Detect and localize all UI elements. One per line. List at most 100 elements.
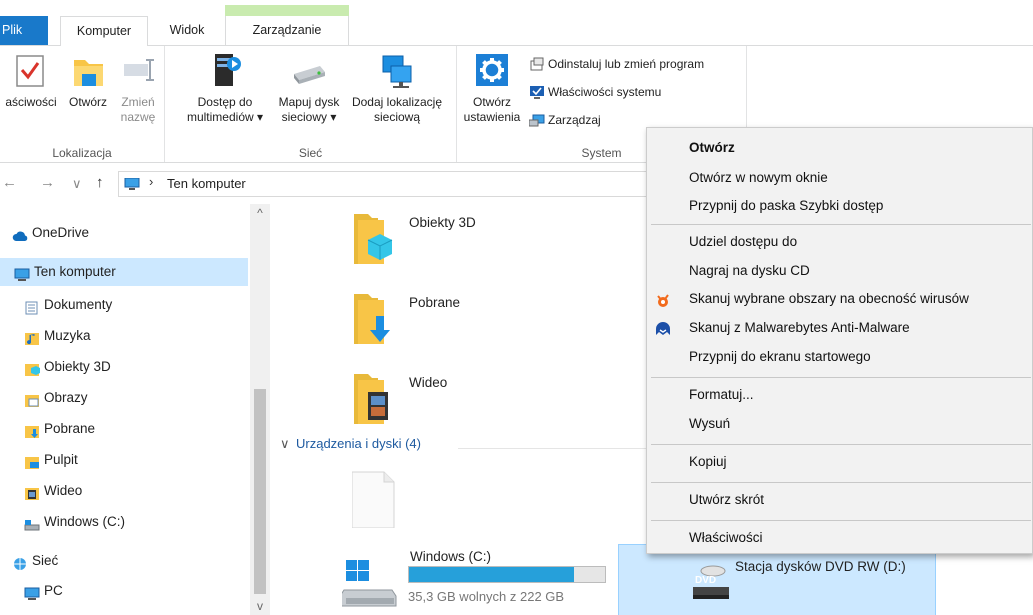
sidebar-item-label: Sieć [32,553,59,568]
sidebar-item-label: Pulpit [44,452,78,467]
menu-item-pin-quick-access[interactable]: Przypnij do paska Szybki dostęp [647,192,1032,220]
downloads-folder-icon [352,290,400,346]
ribbon-group-location: aściwości Otwórz Zmień nazwę Lokalizacja [0,46,165,162]
back-arrow-icon[interactable]: ← [2,174,17,191]
drive-icon [24,514,40,531]
computer-icon [24,583,40,601]
sidebar-item-pictures[interactable]: Obrazy [0,384,248,412]
menu-item-burn-cd[interactable]: Nagraj na dysku CD [647,257,1032,285]
sidebar-scrollbar[interactable]: ^ v [250,204,270,615]
menu-item-pin-start[interactable]: Przypnij do ekranu startowego [647,343,1032,371]
drive-c-usage-bar [408,566,606,583]
dvd-badge: DVD [695,575,717,586]
device-item-blank[interactable] [351,468,612,529]
drive-item-dvd[interactable]: DVD Stacja dysków DVD RW (D:) [618,544,936,615]
uninstall-program-icon [529,56,545,72]
properties-icon [11,50,51,92]
media-access-button[interactable]: Dostęp do multimediów ▾ [179,50,271,125]
menu-item-copy[interactable]: Kopiuj [647,448,1032,476]
add-network-location-button[interactable]: Dodaj lokalizację sieciową [345,50,449,125]
sidebar-item-documents[interactable]: Dokumenty [0,291,248,319]
up-arrow-icon[interactable]: ↑ [96,174,104,191]
scrollbar-thumb[interactable] [254,389,266,594]
folder-name: Obiekty 3D [409,215,476,230]
scroll-down-icon[interactable]: v [250,599,270,615]
menu-item-open-new-window[interactable]: Otwórz w nowym oknie [647,164,1032,192]
sidebar-item-music[interactable]: Muzyka [0,322,248,350]
windows-drive-icon [339,558,397,614]
open-settings-button[interactable]: Otwórz ustawienia [459,50,525,125]
group-label-network: Sieć [298,146,323,160]
menu-item-create-shortcut[interactable]: Utwórz skrót [647,486,1032,514]
sidebar-item-label: PC [44,583,63,598]
menu-item-properties[interactable]: Właściwości [647,524,1032,552]
desktop-icon [24,452,40,470]
address-bar[interactable]: › Ten komputer [118,171,658,197]
rename-button[interactable]: Zmień nazwę [114,50,162,125]
sidebar-item-downloads[interactable]: Pobrane [0,415,248,443]
menu-separator [651,377,1031,378]
tab-view[interactable]: Widok [160,16,214,45]
menu-item-format[interactable]: Formatuj... [647,381,1032,409]
tab-file[interactable]: Plik [0,16,48,45]
group-label-location: Lokalizacja [52,146,112,160]
folder-name: Wideo [409,375,448,390]
menu-item-give-access[interactable]: Udziel dostępu do [647,228,1032,256]
sidebar-item-label: Pobrane [44,421,96,436]
properties-button[interactable]: aściwości [0,50,62,110]
tab-manage[interactable]: Zarządzanie [225,16,349,45]
folder-item-downloads[interactable]: Pobrane [352,290,612,350]
manage-button[interactable]: Zarządzaj [528,110,601,130]
drive-c-free-space: 35,3 GB wolnych z 222 GB [408,589,565,604]
cloud-icon [12,225,28,242]
recent-locations-chevron-icon[interactable]: ∨ [72,176,82,192]
computer-icon [14,264,30,282]
sidebar-item-3d-objects[interactable]: Obiekty 3D [0,353,248,381]
uninstall-program-button[interactable]: Odinstaluj lub zmień program [529,54,704,74]
sidebar-item-desktop[interactable]: Pulpit [0,446,248,474]
drive-c-name: Windows (C:) [410,549,492,564]
menu-item-eject[interactable]: Wysuń [647,410,1032,438]
breadcrumb-separator-icon[interactable]: › [149,174,153,189]
menu-item-avast-scan[interactable]: Skanuj wybrane obszary na obecność wirus… [647,285,1032,313]
network-icon [12,553,28,571]
scroll-up-icon[interactable]: ^ [250,206,270,222]
ribbon-tabs: Plik Komputer Widok Zarządzanie [0,0,1033,46]
documents-icon [24,297,40,315]
map-drive-button[interactable]: Mapuj dysk sieciowy ▾ [271,50,347,125]
sidebar-item-this-pc[interactable]: Ten komputer [0,258,248,286]
folder-item-video[interactable]: Wideo [352,370,612,430]
folder-item-3d-objects[interactable]: Obiekty 3D [352,210,612,270]
sidebar-item-pc[interactable]: PC [0,577,248,605]
open-button[interactable]: Otwórz [62,50,114,110]
sidebar-item-label: Obrazy [44,390,88,405]
open-settings-label-line1: Otwórz [472,95,511,109]
devices-group-header[interactable]: ∨ Urządzenia i dyski (4) [280,436,421,452]
menu-item-malwarebytes-scan[interactable]: Skanuj z Malwarebytes Anti-Malware [647,314,1032,342]
tab-computer[interactable]: Komputer [60,16,148,46]
menu-separator [651,520,1031,521]
chevron-down-icon: ∨ [280,436,290,451]
network-location-icon [377,50,417,92]
menu-separator [651,224,1031,225]
system-properties-label: Właściwości systemu [548,85,662,99]
breadcrumb-this-pc[interactable]: Ten komputer [167,176,246,191]
map-drive-label-line2: sieciowy ▾ [281,110,337,124]
sidebar-item-onedrive[interactable]: OneDrive [0,219,248,247]
sidebar-item-windows-c[interactable]: Windows (C:) [0,508,248,536]
rename-label-line1: Zmień [121,95,155,109]
music-icon [24,328,40,346]
rename-label-line2: nazwę [120,110,156,124]
forward-arrow-icon[interactable]: → [40,174,55,191]
menu-item-open[interactable]: Otwórz [647,134,1032,162]
malwarebytes-icon [655,320,671,336]
sidebar-item-video[interactable]: Wideo [0,477,248,505]
sidebar-item-label: Dokumenty [44,297,113,312]
open-folder-icon [68,50,108,92]
sidebar-item-network[interactable]: Sieć [0,547,248,575]
system-properties-button[interactable]: Właściwości systemu [529,82,661,102]
sidebar-item-label: Ten komputer [34,264,116,279]
folder-name: Pobrane [409,295,461,310]
add-network-location-label-line2: sieciową [373,110,421,124]
context-menu: Otwórz Otwórz w nowym oknie Przypnij do … [646,127,1033,554]
